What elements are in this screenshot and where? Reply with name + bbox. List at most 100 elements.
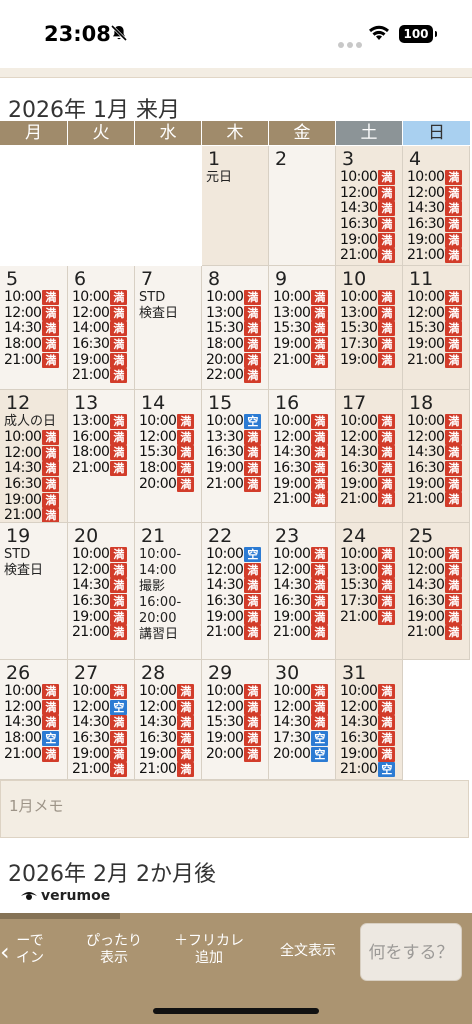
time-slot[interactable]: 14:30 満 bbox=[269, 445, 335, 461]
time-slot[interactable]: 10:00 満 bbox=[269, 414, 335, 430]
time-slot[interactable]: 18:00 満 bbox=[68, 445, 134, 461]
time-slot[interactable]: 14:30 満 bbox=[336, 715, 402, 731]
time-slot[interactable]: 20:00 満 bbox=[202, 352, 268, 368]
time-slot[interactable]: 21:00 空 bbox=[336, 762, 402, 778]
add-free-calendar-button[interactable]: ＋フリカレ 追加 bbox=[174, 933, 244, 967]
time-slot[interactable]: 13:00 満 bbox=[202, 305, 268, 322]
time-slot[interactable]: 14:30 満 bbox=[68, 715, 134, 731]
time-slot[interactable]: 19:00 満 bbox=[135, 746, 201, 762]
time-slot[interactable]: 19:00 満 bbox=[403, 232, 469, 248]
calendar-day[interactable]: 13 13:00 満 16:00 満 18:00 満 21:00 満 bbox=[68, 390, 135, 523]
chevron-left-icon[interactable]: ‹ bbox=[0, 938, 10, 966]
month-memo-field[interactable]: 1月メモ bbox=[0, 780, 469, 838]
time-slot[interactable]: 16:30 満 bbox=[202, 445, 268, 461]
time-slot[interactable]: 14:30 満 bbox=[0, 715, 67, 731]
time-slot[interactable]: 21:00 満 bbox=[336, 248, 402, 264]
time-slot[interactable]: 10:00 満 bbox=[269, 684, 335, 700]
calendar-day[interactable]: 16 10:00 満 12:00 満 14:30 満 16:30 満 19:00 満 21:00 満 bbox=[269, 390, 336, 523]
time-slot[interactable]: 14:30 満 bbox=[336, 201, 402, 217]
time-slot[interactable]: 10:00 満 bbox=[336, 414, 402, 430]
time-slot[interactable]: 14:30 満 bbox=[0, 321, 67, 337]
time-slot[interactable]: 21:00 満 bbox=[269, 625, 335, 641]
time-slot[interactable]: 14:30 満 bbox=[269, 578, 335, 594]
time-slot[interactable]: 15:30 満 bbox=[336, 578, 402, 594]
time-slot[interactable]: 19:00 満 bbox=[336, 352, 402, 368]
time-slot[interactable]: 10:00 満 bbox=[403, 547, 469, 563]
calendar-day[interactable]: 15 10:00 空 13:30 満 16:30 満 19:00 満 21:00 満 bbox=[202, 390, 269, 523]
time-slot[interactable]: 21:00 満 bbox=[0, 352, 67, 368]
time-slot[interactable]: 12:00 満 bbox=[269, 699, 335, 716]
calendar-day[interactable]: 3 10:00 満 12:00 満 14:30 満 16:30 満 19:00 満 21:00 満 bbox=[336, 146, 403, 266]
time-slot[interactable]: 15:30 満 bbox=[269, 321, 335, 337]
time-slot[interactable]: 14:30 満 bbox=[202, 578, 268, 594]
time-slot[interactable]: 21:00 満 bbox=[135, 762, 201, 778]
time-slot[interactable]: 12:00 満 bbox=[336, 699, 402, 716]
time-slot[interactable]: 10:00 満 bbox=[336, 170, 402, 186]
calendar-day[interactable]: 20 10:00 満 12:00 満 14:30 満 16:30 満 19:00 満 21:00 満 bbox=[68, 523, 135, 660]
calendar-day[interactable]: 6 10:00 満 12:00 満 14:00 満 16:30 満 19:00 満 21:00 満 bbox=[68, 266, 135, 390]
time-slot[interactable]: 14:30 満 bbox=[336, 445, 402, 461]
time-slot[interactable]: 21:00 満 bbox=[68, 625, 134, 641]
calendar-day[interactable]: 26 10:00 満 12:00 満 14:30 満 18:00 空 21:00 満 bbox=[0, 660, 68, 780]
time-slot[interactable]: 18:00 満 bbox=[135, 461, 201, 477]
time-slot[interactable]: 10:00 満 bbox=[403, 414, 469, 430]
time-slot[interactable]: 12:00 満 bbox=[403, 305, 469, 322]
time-slot[interactable]: 15:30 満 bbox=[135, 445, 201, 461]
time-slot[interactable]: 12:00 満 bbox=[68, 562, 134, 579]
time-slot[interactable]: 10:00 満 bbox=[202, 684, 268, 700]
time-slot[interactable]: 15:30 満 bbox=[336, 321, 402, 337]
time-slot[interactable]: 10:00 満 bbox=[403, 170, 469, 186]
time-slot[interactable]: 10:00 満 bbox=[68, 547, 134, 563]
time-slot[interactable]: 15:30 満 bbox=[202, 715, 268, 731]
time-slot[interactable]: 10:00 満 bbox=[68, 290, 134, 306]
calendar-day[interactable]: 1 元日 bbox=[202, 146, 269, 266]
time-slot[interactable]: 18:00 満 bbox=[202, 337, 268, 353]
time-slot[interactable]: 10:00 満 bbox=[269, 547, 335, 563]
time-slot[interactable]: 12:00 空 bbox=[68, 699, 134, 716]
time-slot[interactable]: 10:00 満 bbox=[202, 290, 268, 306]
time-slot[interactable]: 16:30 満 bbox=[336, 731, 402, 747]
time-slot[interactable]: 13:30 満 bbox=[202, 429, 268, 446]
calendar-day[interactable]: 31 10:00 満 12:00 満 14:30 満 16:30 満 19:00 満 21:00 空 bbox=[336, 660, 403, 780]
time-slot[interactable]: 21:00 満 bbox=[68, 368, 134, 384]
time-slot[interactable]: 21:00 満 bbox=[0, 746, 67, 762]
time-slot[interactable]: 10:00 満 bbox=[0, 430, 67, 446]
time-slot[interactable]: 12:00 満 bbox=[403, 185, 469, 202]
time-slot[interactable]: 19:00 満 bbox=[68, 746, 134, 762]
time-slot[interactable]: 19:00 満 bbox=[336, 232, 402, 248]
time-slot[interactable]: 13:00 満 bbox=[68, 414, 134, 430]
time-slot[interactable]: 19:00 満 bbox=[269, 476, 335, 492]
calendar-day[interactable]: 18 10:00 満 12:00 満 14:30 満 16:30 満 19:00 満 21:00 満 bbox=[403, 390, 470, 523]
time-slot[interactable]: 15:30 満 bbox=[202, 321, 268, 337]
calendar-day[interactable]: 12 成人の日 10:00 満 12:00 満 14:30 満 16:30 満 19:00 満 21:0… bbox=[0, 390, 68, 523]
time-slot[interactable]: 16:30 満 bbox=[68, 594, 134, 610]
time-slot[interactable]: 21:00 満 bbox=[68, 762, 134, 778]
time-slot[interactable]: 12:00 満 bbox=[269, 429, 335, 446]
time-slot[interactable]: 19:00 満 bbox=[68, 609, 134, 625]
time-slot[interactable]: 16:30 満 bbox=[336, 461, 402, 477]
calendar-day[interactable]: 22 10:00 空 12:00 満 14:30 満 16:30 満 19:00 満 21:00 満 bbox=[202, 523, 269, 660]
time-slot[interactable]: 21:00 満 bbox=[403, 352, 469, 368]
time-slot[interactable]: 10:00 満 bbox=[0, 684, 67, 700]
time-slot[interactable]: 19:00 満 bbox=[403, 609, 469, 625]
calendar-day[interactable]: 19 STD 検査日 bbox=[0, 523, 68, 660]
time-slot[interactable]: 10:00 満 bbox=[135, 684, 201, 700]
time-slot[interactable]: 14:30 満 bbox=[403, 578, 469, 594]
time-slot[interactable]: 10:00 満 bbox=[68, 684, 134, 700]
time-slot[interactable]: 14:00 満 bbox=[68, 321, 134, 337]
time-slot[interactable]: 17:30 満 bbox=[336, 594, 402, 610]
time-slot[interactable]: 21:00 満 bbox=[0, 508, 67, 522]
time-slot[interactable]: 16:30 満 bbox=[135, 731, 201, 747]
calendar-day[interactable]: 27 10:00 満 12:00 空 14:30 満 16:30 満 19:00 満 21:00 満 bbox=[68, 660, 135, 780]
time-slot[interactable]: 10:00 満 bbox=[336, 547, 402, 563]
time-slot[interactable]: 19:00 満 bbox=[68, 352, 134, 368]
time-slot[interactable]: 19:00 満 bbox=[336, 476, 402, 492]
time-slot[interactable]: 21:00 満 bbox=[202, 476, 268, 492]
calendar-day[interactable]: 25 10:00 満 12:00 満 14:30 満 16:30 満 19:00 満 21:00 満 bbox=[403, 523, 470, 660]
time-slot[interactable]: 12:00 満 bbox=[403, 562, 469, 579]
calendar-day[interactable]: 8 10:00 満 13:00 満 15:30 満 18:00 満 20:00 満 22:00 満 bbox=[202, 266, 269, 390]
time-slot[interactable]: 13:00 満 bbox=[269, 305, 335, 322]
time-slot[interactable]: 14:30 満 bbox=[403, 445, 469, 461]
time-slot[interactable]: 19:00 満 bbox=[403, 337, 469, 353]
calendar-day[interactable]: 7 STD 検査日 bbox=[135, 266, 202, 390]
